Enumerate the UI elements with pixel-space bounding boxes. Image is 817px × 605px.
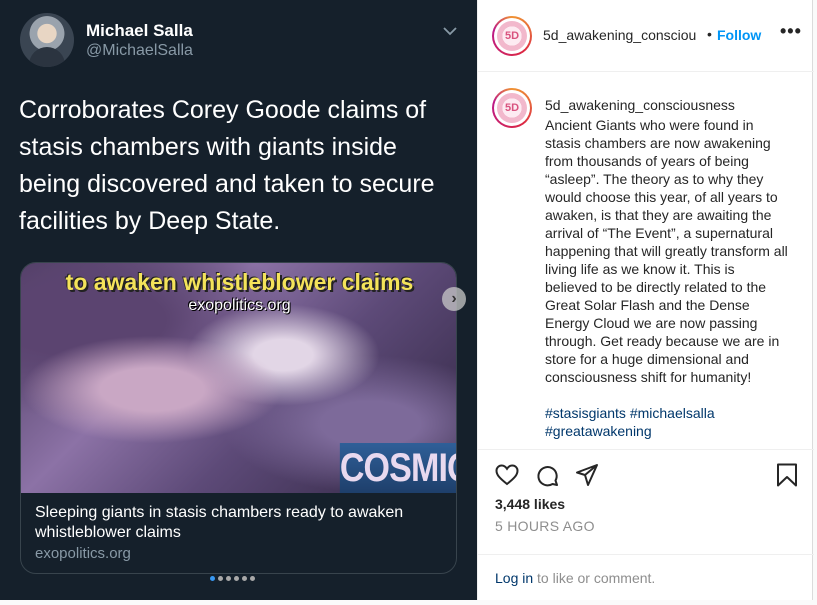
profile-avatar[interactable]: 5D — [492, 16, 532, 56]
post-timestamp[interactable]: 5 HOURS AGO — [495, 518, 595, 534]
avatar-label: 5D — [497, 93, 527, 123]
share-icon[interactable] — [574, 462, 600, 488]
post-header: 5D 5d_awakening_consciou • Follow ••• — [478, 0, 814, 72]
carousel-dots — [210, 576, 255, 581]
carousel-dot[interactable] — [242, 576, 247, 581]
post-image: Michael Salla @MichaelSalla Corroborates… — [0, 0, 477, 600]
tweet-author-name: Michael Salla — [86, 21, 193, 40]
card-image-site: exopolitics.org — [188, 297, 291, 314]
comment-icon[interactable] — [534, 462, 560, 488]
header-username[interactable]: 5d_awakening_consciou — [543, 27, 703, 43]
bookmark-icon[interactable] — [774, 462, 800, 488]
tweet-text: Corroborates Corey Goode claims of stasi… — [19, 96, 435, 235]
tweet-link-card: to awaken whistleblower claims exopoliti… — [20, 262, 457, 574]
tweet-author-avatar — [20, 13, 74, 67]
login-link[interactable]: Log in — [495, 570, 533, 586]
heart-icon[interactable] — [494, 462, 520, 488]
login-suffix: to like or comment. — [533, 570, 656, 586]
likes-count[interactable]: 3,448 likes — [495, 496, 565, 512]
caption-username[interactable]: 5d_awakening_consciousness — [545, 97, 735, 113]
caption-text: Ancient Giants who were found in stasis … — [545, 116, 790, 440]
carousel-dot[interactable] — [226, 576, 231, 581]
tweet-card-image: to awaken whistleblower claims exopoliti… — [21, 263, 456, 493]
tweet-card-domain: exopolitics.org — [35, 545, 131, 562]
action-bar: 3,448 likes 5 HOURS AGO Log in to like o… — [478, 449, 814, 599]
carousel-dot[interactable] — [210, 576, 215, 581]
chevron-down-icon — [443, 27, 457, 36]
carousel-dot[interactable] — [234, 576, 239, 581]
cosmic-logo: COSMIC — [339, 443, 456, 493]
card-image-caption: to awaken whistleblower claims — [65, 269, 414, 295]
tweet-author-handle: @MichaelSalla — [86, 42, 193, 59]
tweet-card-title: Sleeping giants in stasis chambers ready… — [35, 504, 404, 541]
caption-body: Ancient Giants who were found in stasis … — [545, 117, 788, 385]
post-panel: 5D 5d_awakening_consciou • Follow ••• 5D… — [477, 0, 814, 600]
carousel-next-button[interactable]: › — [442, 287, 466, 311]
caption-area: 5D 5d_awakening_consciousness Ancient Gi… — [478, 72, 814, 448]
login-prompt: Log in to like or comment. — [478, 554, 814, 600]
more-options-button[interactable]: ••• — [780, 21, 802, 42]
caption-avatar[interactable]: 5D — [492, 88, 532, 128]
separator-dot: • — [707, 26, 712, 42]
follow-button[interactable]: Follow — [717, 27, 761, 43]
carousel-dot[interactable] — [218, 576, 223, 581]
caption-hashtags[interactable]: #stasisgiants #michaelsalla #greatawaken… — [545, 404, 790, 440]
carousel-dot[interactable] — [250, 576, 255, 581]
login-prompt-text: Log in to like or comment. — [495, 570, 655, 586]
avatar-label: 5D — [497, 21, 527, 51]
